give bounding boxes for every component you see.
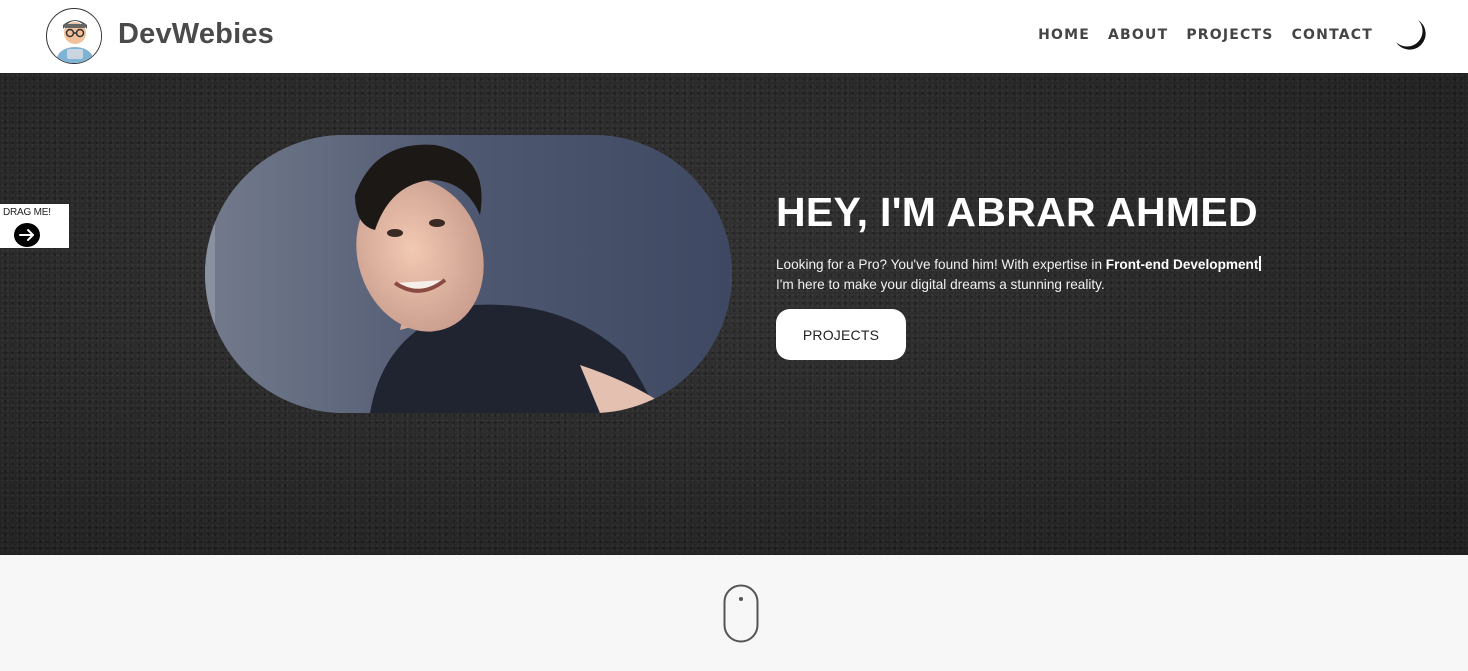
nav-projects-link[interactable]: PROJECTS xyxy=(1186,27,1273,43)
hero-typed-skill: Front-end Development xyxy=(1105,257,1259,272)
typing-caret xyxy=(1259,256,1261,271)
scroll-section xyxy=(0,555,1468,671)
nav-home-link[interactable]: HOME xyxy=(1038,27,1090,43)
profile-portrait xyxy=(205,135,732,413)
logo-avatar-icon[interactable] xyxy=(46,8,102,64)
nav-about-link[interactable]: ABOUT xyxy=(1108,27,1168,43)
projects-button[interactable]: PROJECTS xyxy=(776,309,906,360)
hero-description: Looking for a Pro? You've found him! Wit… xyxy=(776,255,1296,295)
brand-name[interactable]: DevWebies xyxy=(118,18,274,51)
hero-title: HEY, I'M ABRAR AHMED xyxy=(776,189,1258,235)
drag-me-handle[interactable]: DRAG ME! xyxy=(0,204,69,248)
main-nav: HOME ABOUT PROJECTS CONTACT xyxy=(1038,27,1373,43)
drag-me-label: DRAG ME! xyxy=(3,207,51,218)
hero-section: DRAG ME! HEY, I'M ABRAR AHMED Looking fo… xyxy=(0,73,1468,555)
site-header: DevWebies HOME ABOUT PROJECTS CONTACT xyxy=(0,0,1468,73)
arrow-right-icon[interactable] xyxy=(14,223,40,247)
hero-text-suffix: I'm here to make your digital dreams a s… xyxy=(776,277,1105,292)
mouse-scroll-icon[interactable] xyxy=(723,584,759,643)
nav-contact-link[interactable]: CONTACT xyxy=(1292,27,1373,43)
hero-text-prefix: Looking for a Pro? You've found him! Wit… xyxy=(776,257,1106,272)
moon-icon[interactable] xyxy=(1392,16,1432,56)
